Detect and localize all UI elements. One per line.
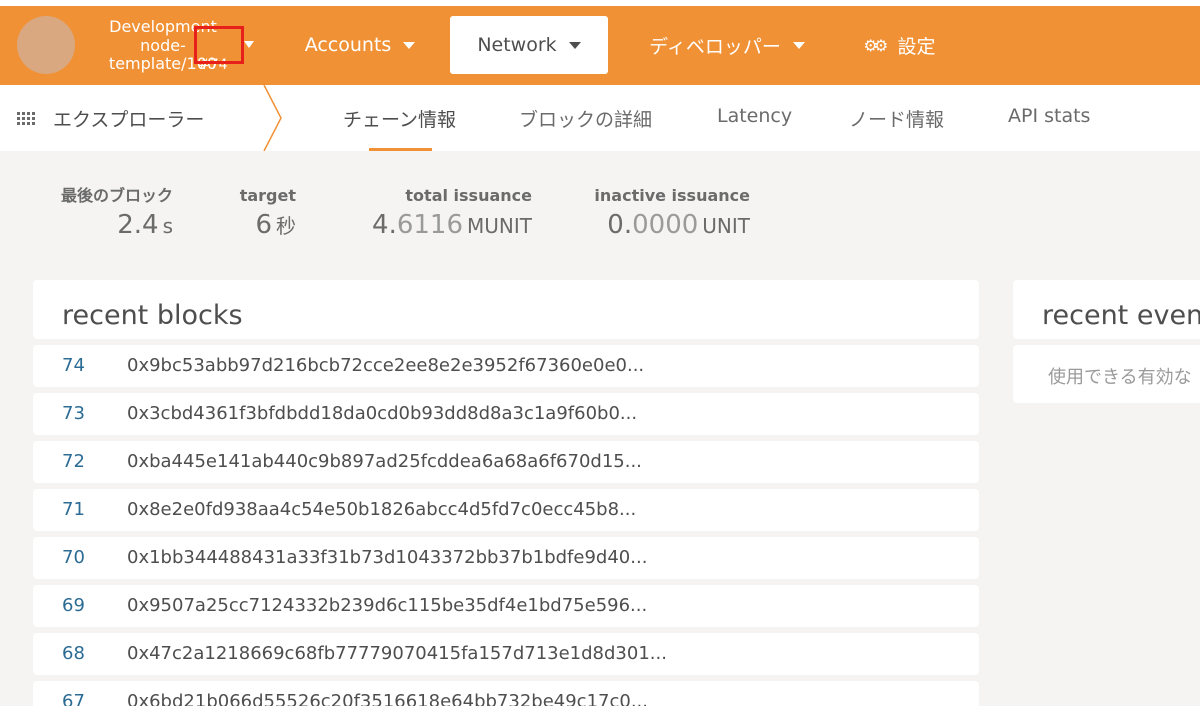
tab-chain-info[interactable]: チェーン情報 (343, 105, 456, 132)
stat-label: target (239, 186, 296, 205)
recent-events-empty: 使用できる有効な (1013, 345, 1200, 403)
empty-message: 使用できる有効な (1048, 367, 1192, 388)
block-number-link[interactable]: 70 (62, 547, 85, 568)
chevron-down-icon (568, 41, 581, 49)
stat-value: 2.4 s (117, 210, 173, 240)
tab-block-details[interactable]: ブロックの詳細 (519, 105, 652, 132)
menu-developer-label: ディベロッパー (649, 35, 781, 58)
tab-node-info[interactable]: ノード情報 (849, 105, 944, 132)
block-number-link[interactable]: 69 (62, 595, 85, 616)
block-number-link[interactable]: 67 (62, 691, 85, 706)
apps-grid-icon[interactable] (17, 112, 35, 125)
highlight-annotation (194, 26, 244, 64)
chevron-down-icon (792, 41, 805, 49)
stat-value: 0.0000 UNIT (607, 210, 750, 240)
chevron-down-icon[interactable] (244, 41, 254, 48)
stat-total-issuance: total issuance 4.6116 MUNIT (372, 186, 532, 243)
block-hash: 0x3cbd4361f3bfdbdd18da0cd0b93dd8d8a3c1a9… (127, 403, 638, 424)
menu-accounts[interactable]: Accounts (290, 16, 430, 74)
recent-blocks-header: recent blocks (33, 280, 979, 339)
block-hash: 0xba445e141ab440c9b897ad25fcddea6a68a6f6… (127, 451, 642, 472)
menu-settings-label: 設定 (897, 35, 936, 58)
block-number-link[interactable]: 68 (62, 643, 85, 664)
block-row: 70 0x1bb344488431a33f31b73d1043372bb37b1… (33, 537, 979, 579)
section-title[interactable]: エクスプローラー (53, 105, 204, 132)
stat-last-block: 最後のブロック 2.4 s (61, 186, 173, 243)
block-hash: 0x1bb344488431a33f31b73d1043372bb37b1bdf… (127, 547, 648, 568)
active-tab-indicator (369, 148, 432, 151)
block-row: 74 0x9bc53abb97d216bcb72cce2ee8e2e3952f6… (33, 345, 979, 387)
block-hash: 0x9bc53abb97d216bcb72cce2ee8e2e3952f6736… (127, 355, 645, 376)
stat-label: inactive issuance (594, 186, 750, 205)
recent-blocks-title: recent blocks (62, 300, 243, 331)
stat-inactive-issuance: inactive issuance 0.0000 UNIT (594, 186, 750, 243)
menu-network-label: Network (477, 34, 557, 56)
top-navbar: Development node-template/100 #74 Accoun… (0, 6, 1200, 85)
breadcrumb-separator-icon (263, 85, 282, 151)
block-hash: 0x8e2e0fd938aa4c54e50b1826abcc4d5fd7c0ec… (127, 499, 637, 520)
block-row: 69 0x9507a25cc7124332b239d6c115be35df4e1… (33, 585, 979, 627)
chain-logo[interactable] (17, 16, 75, 74)
block-row: 71 0x8e2e0fd938aa4c54e50b1826abcc4d5fd7c… (33, 489, 979, 531)
block-row: 73 0x3cbd4361f3bfdbdd18da0cd0b93dd8d8a3c… (33, 393, 979, 435)
block-hash: 0x47c2a1218669c68fb77779070415fa157d713e… (127, 643, 667, 664)
recent-events-title: recent events (1042, 300, 1200, 331)
menu-developer[interactable]: ディベロッパー (632, 16, 822, 74)
menu-accounts-label: Accounts (304, 34, 392, 56)
chevron-down-icon (403, 41, 416, 49)
block-number-link[interactable]: 72 (62, 451, 85, 472)
stat-value: 4.6116 MUNIT (372, 210, 532, 240)
block-row: 68 0x47c2a1218669c68fb77779070415fa157d7… (33, 633, 979, 675)
stat-value: 6秒 (255, 210, 296, 240)
menu-settings[interactable]: ⚙⚙ 設定 (852, 16, 947, 74)
stat-label: total issuance (405, 186, 532, 205)
recent-events-header: recent events (1013, 280, 1200, 339)
block-number-link[interactable]: 71 (62, 499, 85, 520)
block-hash: 0x9507a25cc7124332b239d6c115be35df4e1bd7… (127, 595, 648, 616)
block-hash: 0x6bd21b066d55526c20f3516618e64bb732be49… (127, 691, 648, 706)
tab-api-stats[interactable]: API stats (1008, 105, 1090, 127)
block-number-link[interactable]: 73 (62, 403, 85, 424)
block-number-link[interactable]: 74 (62, 355, 85, 376)
stat-label: 最後のブロック (60, 186, 173, 205)
block-row: 72 0xba445e141ab440c9b897ad25fcddea6a68a… (33, 441, 979, 483)
stat-target: target 6秒 (240, 186, 296, 243)
tab-latency[interactable]: Latency (717, 105, 792, 127)
gears-icon: ⚙⚙ (863, 35, 888, 55)
block-row: 67 0x6bd21b066d55526c20f3516618e64bb732b… (33, 681, 979, 706)
menu-network[interactable]: Network (450, 16, 608, 74)
sub-navbar: エクスプローラー チェーン情報 ブロックの詳細 Latency ノード情報 AP… (0, 85, 1200, 151)
